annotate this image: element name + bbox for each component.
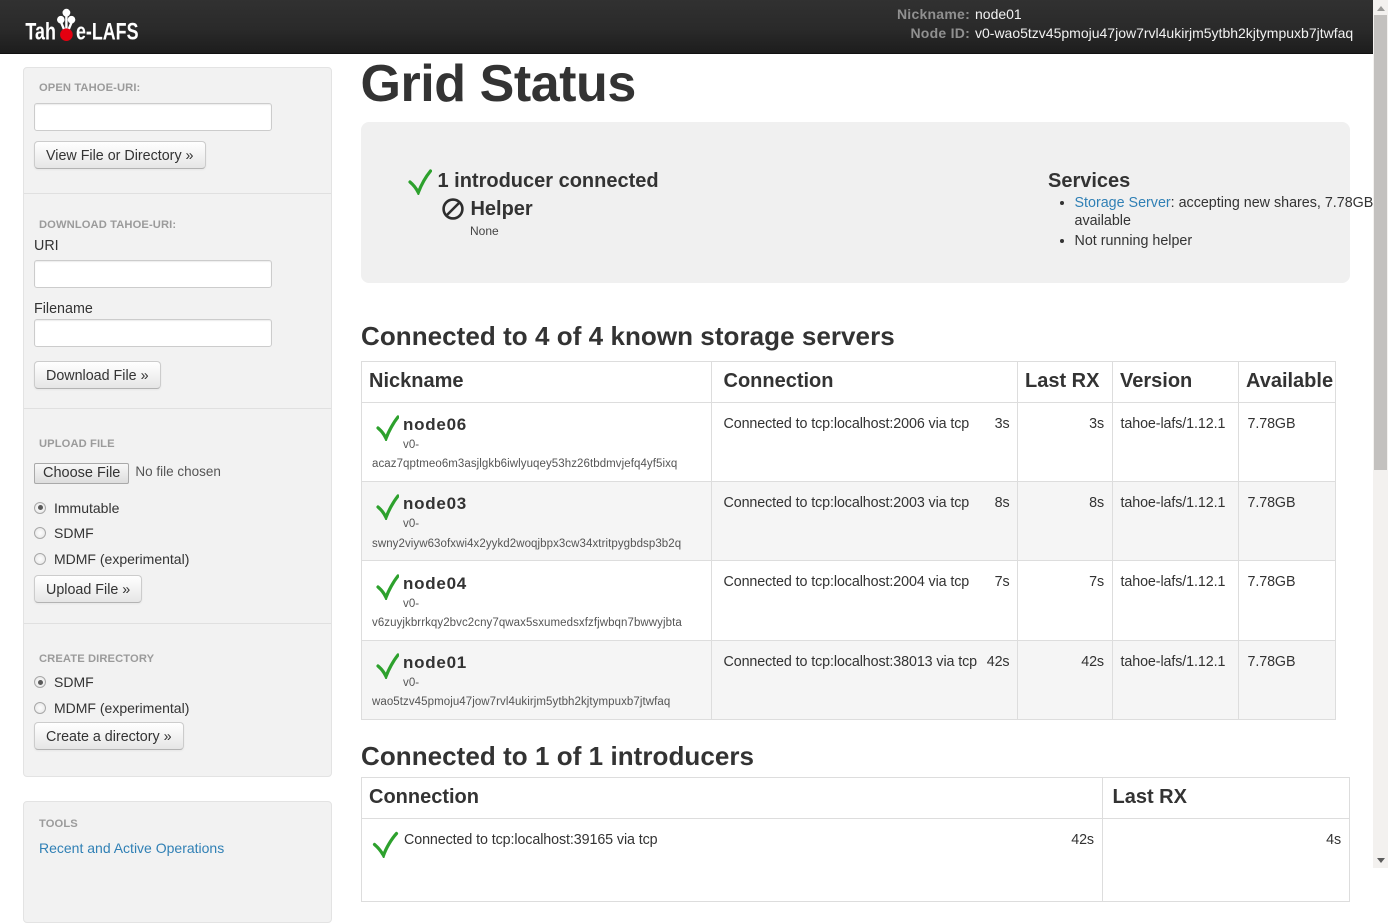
svg-text:e-LAFS: e-LAFS <box>76 19 139 46</box>
svg-text:Tah: Tah <box>25 19 56 46</box>
